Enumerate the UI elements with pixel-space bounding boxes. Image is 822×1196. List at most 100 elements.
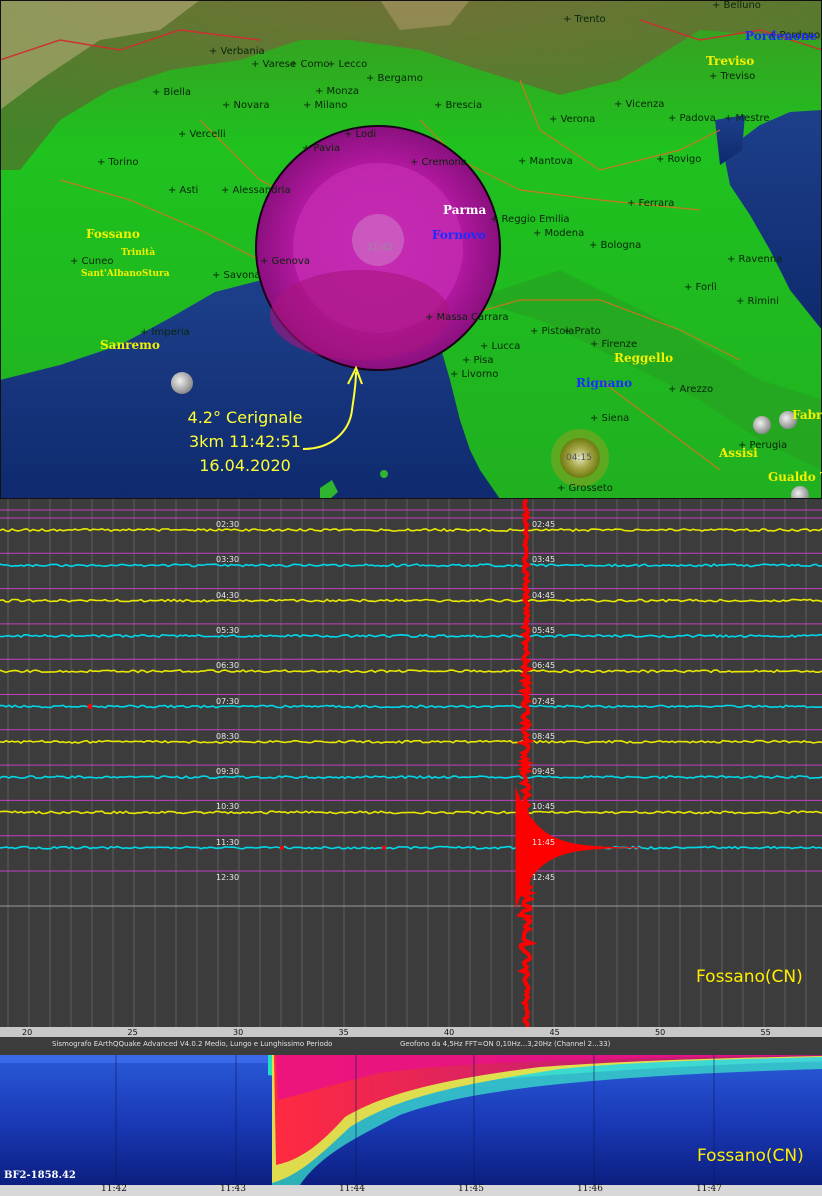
city-label: + Cuneo	[70, 256, 114, 267]
place-label: Sant'AlbanoStura	[81, 269, 170, 279]
spike-marker	[87, 704, 93, 709]
event-depth-time: 3km 11:42:51	[189, 432, 301, 451]
row-time-left: 05:30	[216, 625, 240, 635]
city-label: + Rovigo	[656, 154, 702, 165]
spike-marker	[382, 845, 386, 850]
city-label: + Savona	[212, 270, 261, 281]
event-annotation: 4.2° Cerignale 3km 11:42:51 16.04.2020	[170, 406, 320, 478]
spectrogram-time-label: 11:44	[339, 1184, 365, 1194]
x-tick-label: 30	[233, 1028, 244, 1037]
city-label: + Mantova	[518, 156, 573, 167]
city-label: + Belluno	[712, 0, 761, 11]
city-label: + Asti	[168, 185, 199, 196]
seismograph-screen: + Verbania + Varese + Como + Lecco + Bergamo…	[0, 0, 822, 1196]
place-label: Fornovo	[432, 228, 486, 242]
city-label: + Reggio Emilia	[490, 214, 570, 225]
city-label: + Biella	[152, 87, 192, 98]
plot-background	[0, 499, 822, 1029]
place-label: Pordenone	[745, 29, 818, 43]
city-label: + Verbania	[209, 46, 265, 57]
row-time-left: 02:30	[216, 520, 240, 529]
event-magnitude-place: 4.2° Cerignale	[187, 408, 303, 427]
spectrogram-tag: BF2-1858.42	[4, 1170, 76, 1181]
row-time-left: 12:30	[216, 873, 240, 882]
event-date: 16.04.2020	[199, 456, 291, 475]
row-time-right: 04:45	[532, 590, 556, 600]
spectrogram: BF2-1858.42 Fossano(CN) 11:42 11:43 11:44 1…	[0, 1055, 822, 1196]
city-label: + Massa Carrara	[425, 312, 509, 323]
spectrogram-station: Fossano(CN)	[697, 1146, 804, 1166]
spectrogram-time-label: 11:47	[696, 1184, 722, 1194]
city-label: + Modena	[533, 228, 585, 239]
city-label: + Trento	[563, 14, 606, 25]
city-label: + Ravenna	[727, 254, 783, 265]
city-label: + Lucca	[480, 341, 521, 352]
row-time-right: 09:45	[532, 767, 556, 777]
row-time-left: 04:30	[216, 590, 240, 600]
row-time-left: 11:30	[216, 837, 240, 847]
place-label: Trinità	[121, 248, 156, 258]
row-time-left: 08:30	[216, 731, 240, 741]
city-label: + Bologna	[589, 240, 642, 251]
row-time-right: 03:45	[532, 555, 556, 565]
spike-marker	[280, 845, 284, 850]
place-label: Reggello	[614, 351, 674, 365]
place-label: Rignano	[576, 376, 633, 390]
row-time-right: 02:45	[532, 520, 556, 529]
row-time-left: 07:30	[216, 696, 240, 706]
city-label: + Vicenza	[614, 99, 665, 110]
city-label: + Imperia	[140, 327, 190, 338]
station-name: Fossano(CN)	[696, 967, 803, 987]
city-label: + Treviso	[709, 71, 756, 82]
city-label: + Genova	[260, 256, 310, 267]
spectrogram-time-label: 11:45	[458, 1184, 484, 1194]
x-tick-label: 55	[760, 1028, 771, 1037]
city-label: + Prato	[563, 326, 601, 337]
city-label: + Arezzo	[668, 384, 714, 395]
x-tick-label: 50	[655, 1028, 666, 1037]
city-label: + Grosseto	[557, 483, 613, 494]
city-label: + Vercelli	[178, 129, 226, 140]
x-tick-label: 45	[549, 1028, 560, 1037]
city-label: + Bergamo	[366, 73, 423, 84]
city-label: + Como	[289, 59, 330, 70]
spectrogram-image	[0, 1055, 822, 1196]
city-label: + Pisa	[462, 355, 494, 366]
city-label: + Milano	[303, 100, 348, 111]
city-label: + Padova	[668, 113, 716, 124]
city-label: + Monza	[315, 86, 360, 97]
x-tick-label: 35	[338, 1028, 349, 1037]
row-time-left: 06:30	[216, 661, 240, 671]
city-label: + Alessandria	[221, 185, 291, 196]
city-label: + Torino	[97, 157, 139, 168]
software-info: Sismografo EArthQQuake Advanced V4.0.2 M…	[52, 1040, 333, 1048]
row-time-right: 06:45	[532, 661, 556, 671]
x-tick-label: 25	[127, 1028, 138, 1037]
row-time-right: 12:45	[532, 873, 556, 882]
place-label: Fossano	[86, 227, 140, 241]
city-label: + Firenze	[590, 339, 638, 350]
row-time-right: 08:45	[532, 731, 556, 741]
x-axis-strip	[0, 1027, 822, 1037]
city-label: + Mestre	[724, 113, 770, 124]
place-label: Fabr	[792, 408, 822, 422]
epicenter-map[interactable]: + Verbania + Varese + Como + Lecco + Bergamo…	[0, 0, 822, 499]
city-label: + Verona	[549, 114, 596, 125]
row-time-right: 11:45	[532, 837, 556, 847]
city-label: + Ferrara	[627, 198, 675, 209]
x-tick-label: 20	[22, 1028, 33, 1037]
city-label: + Rimini	[736, 296, 779, 307]
spectrogram-time-label: 11:42	[101, 1184, 127, 1194]
row-time-right: 10:45	[532, 802, 556, 812]
x-tick-label: 40	[444, 1028, 455, 1037]
spectrogram-time-label: 11:43	[220, 1184, 246, 1194]
seismogram-drum: 02:30 03:30 04:30 05:30 06:30 07:30 08:30 09:30…	[0, 499, 822, 1055]
previous-event-time-label: 04:15	[566, 453, 592, 463]
city-label: + Lodi	[344, 129, 377, 140]
city-label: + Brescia	[434, 100, 483, 111]
row-time-left: 09:30	[216, 767, 240, 777]
row-time-right: 05:45	[532, 625, 556, 635]
row-time-left: 10:30	[216, 802, 240, 812]
city-label: + Pavia	[302, 143, 341, 154]
event-time-label: 11:42	[367, 243, 393, 253]
